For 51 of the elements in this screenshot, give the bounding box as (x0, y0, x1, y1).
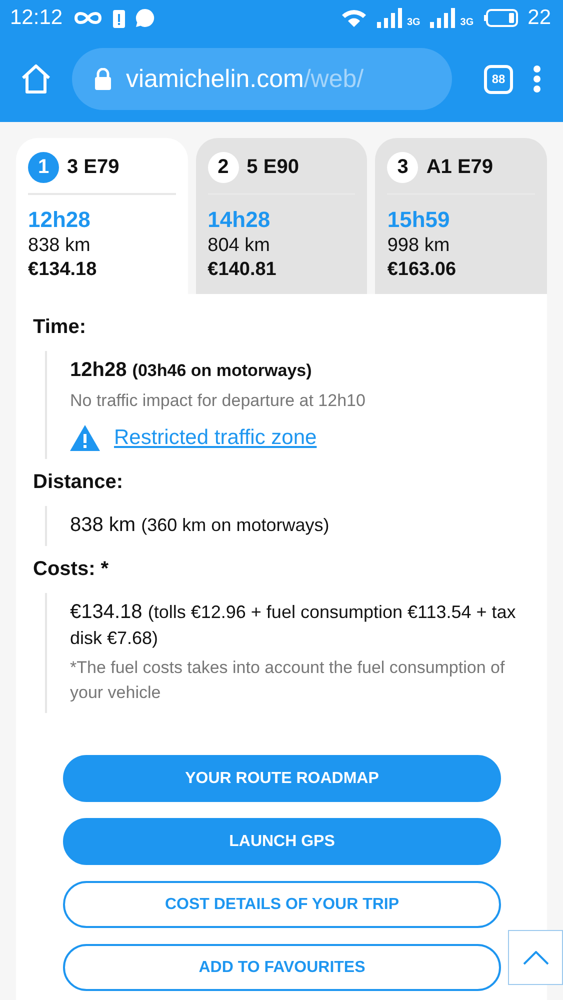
action-button[interactable]: ADD TO FAVOURITES (63, 944, 501, 991)
route-distance: 804 km (208, 235, 271, 257)
route-distance: 998 km (387, 235, 451, 257)
action-button[interactable]: YOUR ROUTE ROADMAP (63, 755, 501, 802)
chat-icon (134, 8, 155, 28)
route-time: 12h28 (28, 207, 92, 233)
detail-subtext: No traffic impact for departure at 12h10 (70, 390, 366, 412)
route-number: 1 (28, 152, 59, 183)
warning-icon (70, 425, 100, 451)
route-time: 15h59 (387, 207, 451, 233)
route-tab[interactable]: 3 A1 E79 15h59 998 km €163.06 (375, 138, 548, 294)
battery-alert-icon (112, 8, 125, 28)
chevron-up-icon (522, 950, 548, 964)
section-heading: Distance: (33, 471, 124, 494)
route-tab[interactable]: 2 5 E90 14h28 804 km €140.81 (196, 138, 368, 294)
action-button[interactable]: LAUNCH GPS (63, 818, 501, 865)
route-distance: 838 km (28, 235, 92, 257)
battery-icon (484, 9, 518, 27)
scroll-top-button[interactable] (508, 930, 563, 985)
address-bar[interactable]: viamichelin.com/web/ (72, 48, 452, 110)
battery-level: 22 (528, 6, 551, 30)
detail-text: €134.18 (tolls €12.96 + fuel consumption €113.54 + tax disk €7.68) (70, 600, 517, 650)
restricted-zone-link[interactable]: Restricted traffic zone (114, 426, 317, 450)
route-number: 3 (387, 152, 418, 183)
infinity-icon (72, 11, 103, 25)
clock: 12:12 (10, 6, 63, 30)
tab-count[interactable]: 88 (484, 64, 513, 94)
menu-icon[interactable] (533, 65, 541, 93)
route-name: A1 E79 (426, 156, 494, 179)
detail-text: 838 km (360 km on motorways) (70, 513, 330, 538)
signal-icon (376, 8, 403, 28)
section-heading: Time: (33, 316, 87, 339)
signal-icon (430, 8, 456, 28)
section-heading: Costs: * (33, 558, 110, 581)
detail-text: 12h28 (03h46 on motorways) (70, 358, 313, 383)
route-cost: €134.18 (28, 259, 98, 281)
route-tab[interactable]: 1 3 E79 12h28 838 km €134.18 (16, 138, 188, 294)
home-icon[interactable] (20, 64, 52, 94)
url-text: viamichelin.com/web/ (126, 64, 364, 94)
network-label: 3G (406, 17, 420, 28)
lock-icon (94, 68, 112, 90)
route-cost: €163.06 (387, 259, 458, 281)
route-name: 5 E90 (246, 156, 299, 179)
route-time: 14h28 (208, 207, 272, 233)
wifi-icon (340, 8, 367, 28)
route-cost: €140.81 (208, 259, 278, 281)
network-label: 3G (460, 17, 474, 28)
route-name: 3 E79 (67, 156, 120, 179)
detail-subtext: *The fuel costs takes into account the fuel consumption of your vehicle (70, 657, 506, 704)
route-number: 2 (208, 152, 239, 183)
action-button[interactable]: COST DETAILS OF YOUR TRIP (63, 881, 501, 928)
